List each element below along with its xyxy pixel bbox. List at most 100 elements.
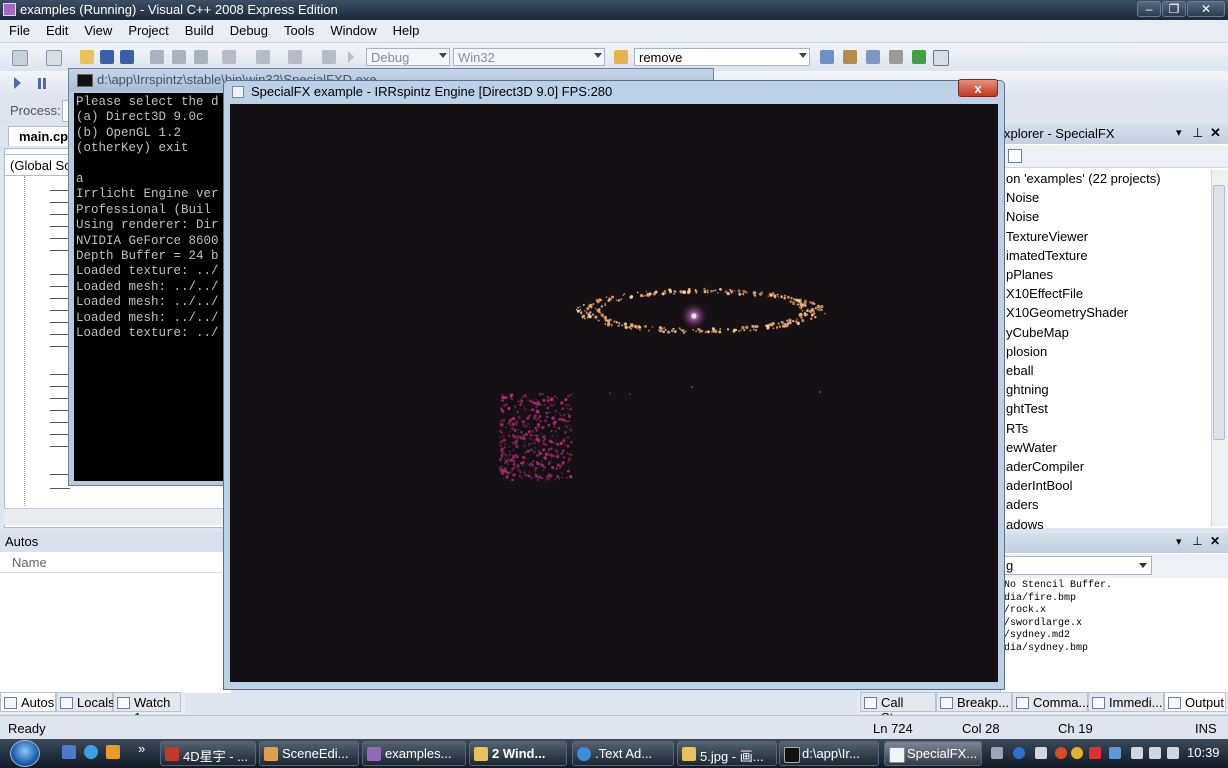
clock[interactable]: 10:39 (1187, 745, 1220, 760)
solution-configuration-combo[interactable]: Debug (366, 48, 450, 66)
taskbar-item-text-ad[interactable]: .Text Ad... (572, 741, 674, 766)
taskbar-item-4d[interactable]: 4D星宇 - ... (160, 741, 256, 766)
antivirus-icon[interactable] (1055, 747, 1067, 759)
taskbar-item-console[interactable]: d:\app\Ir... (779, 741, 879, 766)
quick-launch-overflow-icon[interactable]: » (138, 741, 145, 756)
open-file-icon[interactable] (80, 50, 94, 64)
solution-item[interactable]: RTs (1006, 421, 1028, 436)
solution-item[interactable]: Noise (1006, 209, 1039, 224)
add-item-icon[interactable] (46, 50, 62, 66)
tab-command[interactable]: Comma... (1012, 692, 1089, 712)
power-icon[interactable] (1167, 747, 1179, 759)
menu-tools[interactable]: Tools (275, 20, 321, 38)
save-icon[interactable] (100, 50, 114, 64)
solution-explorer-icon[interactable] (820, 50, 834, 64)
copy-icon[interactable] (172, 50, 186, 64)
close-panel-icon[interactable]: ✕ (1210, 534, 1220, 548)
continue-icon[interactable] (14, 77, 21, 89)
solution-item[interactable]: Noise (1006, 190, 1039, 205)
menu-file[interactable]: File (0, 20, 37, 38)
object-browser-icon[interactable] (866, 50, 880, 64)
help-icon[interactable] (1013, 747, 1025, 759)
solution-item[interactable]: plosion (1006, 344, 1047, 359)
properties-icon[interactable] (843, 50, 857, 64)
solution-item[interactable]: aders (1006, 497, 1039, 512)
taskbar-item-paint[interactable]: 5.jpg - 画... (677, 741, 777, 766)
auto-hide-pin-icon[interactable]: ⊥ (1192, 534, 1202, 548)
solution-item[interactable]: imatedTexture (1006, 248, 1088, 263)
find-in-files-icon[interactable] (614, 50, 628, 64)
solution-platform-combo[interactable]: Win32 (453, 48, 605, 66)
show-desktop-icon[interactable] (62, 745, 76, 759)
menu-build[interactable]: Build (176, 20, 221, 38)
window-position-icon[interactable]: ▾ (1176, 126, 1182, 139)
tab-breakpoints[interactable]: Breakp... (936, 692, 1012, 712)
taskbar-item-examples[interactable]: examples... (362, 741, 466, 766)
close-button[interactable]: ✕ (1187, 1, 1225, 17)
auto-hide-pin-icon[interactable]: ⊥ (1192, 125, 1203, 141)
solution-item[interactable]: TextureViewer (1006, 229, 1088, 244)
solution-explorer-scroll-thumb[interactable] (1213, 185, 1225, 440)
break-all-icon[interactable] (38, 78, 41, 89)
solution-item[interactable]: ewWater (1006, 440, 1057, 455)
tab-autos[interactable]: Autos (0, 692, 56, 712)
taskbar-item-specialfx[interactable]: SpecialFX... (884, 741, 982, 766)
find-combo[interactable]: remove (634, 48, 810, 66)
taskbar-group-windows[interactable]: 2 Wind... (469, 741, 567, 766)
keyboard-icon[interactable] (991, 747, 1003, 759)
solution-item[interactable]: on 'examples' (22 projects) (1006, 171, 1161, 186)
restore-button[interactable]: ❐ (1162, 1, 1186, 17)
start-page-icon[interactable] (912, 50, 926, 64)
security-icon[interactable] (1089, 747, 1101, 759)
solution-item[interactable]: X10EffectFile (1006, 286, 1083, 301)
close-panel-icon[interactable]: ✕ (1210, 125, 1221, 141)
specialfx-close-button[interactable]: x (958, 79, 998, 97)
cut-icon[interactable] (150, 50, 164, 64)
navigate-backward-icon[interactable] (288, 50, 302, 64)
start-debugging-icon[interactable] (348, 51, 354, 63)
menu-window[interactable]: Window (321, 20, 383, 38)
tab-watch-1[interactable]: Watch 1 (113, 692, 181, 725)
show-all-files-icon[interactable] (1008, 149, 1022, 163)
sync-icon[interactable] (1109, 747, 1121, 759)
menu-edit[interactable]: Edit (37, 20, 75, 38)
menu-help[interactable]: Help (384, 20, 427, 38)
solution-item[interactable]: X10GeometryShader (1006, 305, 1128, 320)
undo-icon[interactable] (222, 50, 236, 64)
menu-view[interactable]: View (75, 20, 119, 38)
render-viewport[interactable] (230, 104, 998, 682)
minimize-button[interactable]: – (1137, 1, 1161, 17)
output-source-combo[interactable]: g (1002, 556, 1152, 575)
taskbar-item-sceneeditor[interactable]: SceneEdi... (259, 741, 359, 766)
tab-output[interactable]: Output (1164, 692, 1226, 712)
redo-icon[interactable] (256, 50, 270, 64)
tab-call-stack[interactable]: Call Sta... (860, 692, 936, 725)
media-player-icon[interactable] (106, 745, 120, 759)
messenger-icon[interactable] (1071, 747, 1083, 759)
tab-locals[interactable]: Locals (56, 692, 115, 712)
specialfx-title-bar[interactable]: SpecialFX example - IRRspintz Engine [Di… (225, 82, 1003, 102)
solution-item[interactable]: yCubeMap (1006, 325, 1069, 340)
solution-item[interactable]: ghtTest (1006, 401, 1048, 416)
display-icon[interactable] (1131, 747, 1143, 759)
save-all-icon[interactable] (120, 50, 134, 64)
volume-icon[interactable] (1149, 747, 1161, 759)
tab-main-cpp[interactable]: main.cpp (8, 126, 76, 146)
toolbox-icon[interactable] (889, 50, 903, 64)
start-button[interactable] (4, 739, 48, 768)
solution-item[interactable]: pPlanes (1006, 267, 1053, 282)
solution-item[interactable]: adows (1006, 517, 1044, 532)
solution-item[interactable]: aderCompiler (1006, 459, 1084, 474)
solution-item[interactable]: ghtning (1006, 382, 1049, 397)
window-position-icon[interactable]: ▾ (1176, 535, 1182, 548)
menu-project[interactable]: Project (119, 20, 175, 38)
network-icon[interactable] (1035, 747, 1047, 759)
new-project-icon[interactable] (12, 50, 28, 66)
other-windows-icon[interactable] (933, 50, 949, 66)
editor-horizontal-scrollbar[interactable] (4, 508, 228, 525)
tab-immediate[interactable]: Immedi... (1088, 692, 1164, 712)
scope-combo[interactable]: (Global Sc (4, 154, 70, 176)
solution-item[interactable]: eball (1006, 363, 1033, 378)
navigate-forward-icon[interactable] (322, 50, 336, 64)
autos-name-column[interactable]: Name (0, 553, 222, 573)
